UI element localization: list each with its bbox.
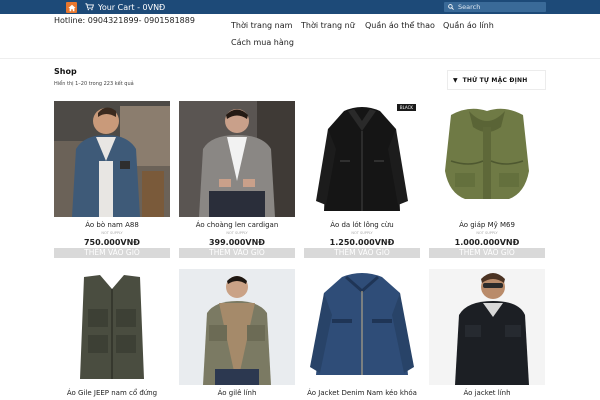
product-price: 399.000VNĐ [208,238,266,247]
product-price: 1.250.000VNĐ [329,238,395,247]
product-name[interactable]: Áo gilê lính [179,389,295,397]
add-to-cart-button[interactable]: THÊM VÀO GIỎ [54,248,170,258]
nav-item-thoi-trang-nu[interactable]: Thời trang nữ [301,21,355,30]
product-name[interactable]: Áo da lót lông cừu [304,221,420,229]
add-to-cart-button[interactable]: THÊM VÀO GIỎ [179,248,295,258]
nav-item-quan-ao-linh[interactable]: Quần áo lính [443,21,494,30]
product-sku: NOT SUPPLY [101,231,123,235]
product-sku: NOT SUPPLY [351,231,373,235]
product-image[interactable]: BLACK [304,101,420,217]
hotline-text: Hotline: 0904321899- 0901581889 [54,16,195,25]
product-name[interactable]: Áo bò nam A88 [54,221,170,229]
chevron-down-icon: ▼ [453,76,458,84]
nav-item-quan-ao-the-thao[interactable]: Quần áo thể thao [365,21,435,30]
search-box [444,2,546,12]
product-card[interactable]: Áo choàng len cardigan NOT SUPPLY 399.00… [179,101,295,258]
nav-item-thoi-trang-nam[interactable]: Thời trang nam [231,21,292,30]
product-name[interactable]: Áo giáp Mỹ M69 [429,221,545,229]
add-to-cart-button[interactable]: THÊM VÀO GIỎ [429,248,545,258]
search-input[interactable] [458,3,544,11]
product-card[interactable]: Áo bò nam A88 NOT SUPPLY 750.000VNĐ THÊM… [54,101,170,258]
product-sku: NOT SUPPLY [476,231,498,235]
product-name[interactable]: Áo jacket lính [429,389,545,397]
product-card[interactable]: Áo Gile JEEP nam cổ đứng [54,269,170,397]
product-image[interactable] [54,269,170,385]
product-name[interactable]: Áo Gile JEEP nam cổ đứng [54,389,170,397]
top-bar: Your Cart - 0VNĐ [0,0,600,14]
product-name[interactable]: Áo choàng len cardigan [179,221,295,229]
product-price: 1.000.000VNĐ [454,238,520,247]
search-icon[interactable] [448,4,454,10]
sort-select[interactable]: ▼ THỨ TỰ MẶC ĐỊNH [447,70,546,90]
nav-item-cach-mua-hang[interactable]: Cách mua hàng [231,38,294,47]
product-image[interactable] [429,269,545,385]
product-image[interactable] [429,101,545,217]
product-badge: BLACK [396,104,416,111]
product-price: 750.000VNĐ [83,238,141,247]
product-image[interactable] [304,269,420,385]
product-image[interactable] [179,101,295,217]
product-card[interactable]: Áo Jacket Denim Nam kéo khóa [304,269,420,397]
cart-link[interactable]: Your Cart - 0VNĐ [85,1,165,13]
add-to-cart-button[interactable]: THÊM VÀO GIỎ [304,248,420,258]
product-card[interactable]: BLACK Áo da lót lông cừu NOT SUPPLY 1.25… [304,101,420,258]
home-button[interactable] [66,2,77,13]
product-image[interactable] [54,101,170,217]
product-card[interactable]: Áo jacket lính [429,269,545,397]
header-divider [0,58,600,59]
product-image[interactable] [179,269,295,385]
sort-label: THỨ TỰ MẶC ĐỊNH [462,76,528,84]
cart-icon [85,3,94,11]
product-name[interactable]: Áo Jacket Denim Nam kéo khóa [304,389,420,397]
product-sku: NOT SUPPLY [226,231,248,235]
result-count: Hiển thị 1–20 trong 223 kết quả [54,81,134,87]
cart-label: Your Cart - 0VNĐ [98,2,166,12]
page-title: Shop [54,67,77,76]
product-card[interactable]: Áo gilê lính [179,269,295,397]
product-card[interactable]: Áo giáp Mỹ M69 NOT SUPPLY 1.000.000VNĐ T… [429,101,545,258]
home-icon [67,4,76,11]
